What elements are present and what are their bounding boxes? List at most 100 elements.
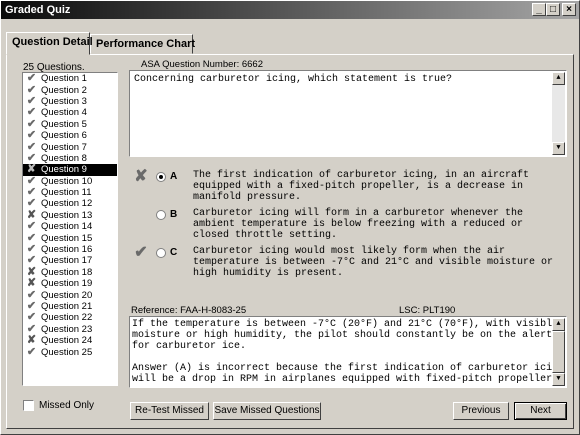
missed-only-checkbox[interactable]: Missed Only	[23, 400, 94, 411]
wrong-x-icon: ✘	[26, 163, 37, 176]
question-list-item[interactable]: ✔ Question 20	[23, 288, 117, 301]
question-label: Question 2	[41, 84, 87, 96]
question-label: Question 14	[41, 221, 93, 233]
reference-label: Reference: FAA-H-8083-25	[131, 305, 247, 316]
question-list-item[interactable]: ✔ Question 3	[23, 94, 117, 107]
correct-check-icon: ✔	[26, 254, 37, 267]
correct-check-icon: ✔	[26, 106, 37, 119]
question-list-item[interactable]: ✔ Question 6	[23, 129, 117, 142]
question-list-item[interactable]: ✔ Question 14	[23, 221, 117, 233]
question-list-item[interactable]: ✘ Question 18	[23, 265, 117, 278]
question-label: Question 24	[41, 335, 93, 347]
explanation-box[interactable]: If the temperature is between -7°C (20°F…	[129, 316, 567, 388]
question-list-item[interactable]: ✔ Question 16	[23, 243, 117, 256]
question-list-item[interactable]: ✔ Question 8	[23, 152, 117, 164]
question-text: Concerning carburetor icing, which state…	[134, 74, 453, 85]
wrong-x-icon: ✘	[26, 208, 37, 221]
minimize-button[interactable]: _	[532, 3, 546, 16]
question-label: Question 23	[41, 323, 93, 335]
question-list-item[interactable]: ✔ Question 22	[23, 311, 117, 324]
question-label: Question 20	[41, 289, 93, 301]
question-label: Question 10	[41, 175, 93, 187]
question-list-item[interactable]: ✘ Question 9	[23, 163, 117, 176]
question-label: Question 11	[41, 187, 92, 199]
question-label: Question 3	[41, 95, 87, 107]
scroll-down-button[interactable]: ▼	[552, 373, 565, 386]
missed-only-label: Missed Only	[39, 400, 95, 411]
question-list-item[interactable]: ✔ Question 17	[23, 254, 117, 267]
correct-check-icon: ✔	[26, 140, 37, 153]
correct-check-icon: ✔	[26, 197, 37, 210]
lsc-code: LSC: PLT190	[399, 305, 456, 316]
retest-missed-button[interactable]: Re-Test Missed	[130, 402, 209, 420]
answer-b-letter: B	[170, 209, 178, 220]
scroll-thumb[interactable]	[552, 331, 565, 373]
question-label: Question 16	[41, 244, 93, 256]
wrong-x-icon: ✘	[26, 265, 37, 278]
tab-question-detail[interactable]: Question Detail	[6, 32, 93, 55]
wrong-x-icon: ✘	[26, 277, 37, 290]
correct-check-icon: ✔	[26, 288, 37, 301]
correct-check-icon: ✔	[26, 129, 37, 142]
question-list-item[interactable]: ✔ Question 15	[23, 231, 117, 244]
correct-check-icon: ✔	[26, 322, 37, 335]
question-label: Question 25	[41, 346, 93, 358]
question-label: Question 4	[41, 107, 87, 119]
question-label: Question 9	[41, 164, 87, 176]
answer-c-letter: C	[170, 247, 178, 258]
question-list-item[interactable]: ✔ Question 2	[23, 83, 117, 96]
question-label: Question 6	[41, 130, 87, 142]
save-missed-questions-button[interactable]: Save Missed Questions	[213, 402, 321, 420]
question-scrollbar[interactable]: ▲ ▼	[552, 72, 565, 155]
question-list-item[interactable]: ✔ Question 1	[23, 73, 117, 84]
previous-button[interactable]: Previous	[453, 402, 509, 420]
scroll-up-button[interactable]: ▲	[552, 318, 565, 331]
correct-check-icon: ✔	[26, 83, 37, 96]
answer-b-radio[interactable]	[156, 210, 166, 220]
question-list-item[interactable]: ✘ Question 19	[23, 277, 117, 290]
question-list-item[interactable]: ✔ Question 11	[23, 186, 117, 199]
correct-check-icon: ✔	[26, 231, 37, 244]
correct-check-icon: ✔	[26, 311, 37, 324]
question-label: Question 8	[41, 152, 87, 164]
correct-check-icon: ✔	[26, 345, 37, 358]
answer-b-text: Carburetor icing will form in a carburet…	[193, 208, 524, 241]
close-button[interactable]: ×	[562, 3, 576, 16]
question-label: Question 5	[41, 118, 87, 130]
question-list-item[interactable]: ✔ Question 4	[23, 106, 117, 119]
question-list-item[interactable]: ✔ Question 5	[23, 118, 117, 130]
question-list-item[interactable]: ✔ Question 25	[23, 345, 117, 358]
question-list-item[interactable]: ✔ Question 12	[23, 197, 117, 210]
explanation-text: If the temperature is between -7°C (20°F…	[132, 319, 565, 385]
tab-performance-chart[interactable]: Performance Chart	[90, 34, 195, 54]
next-button[interactable]: Next	[514, 402, 567, 420]
scroll-down-button[interactable]: ▼	[552, 142, 565, 155]
question-list-item[interactable]: ✘ Question 13	[23, 208, 117, 221]
question-label: Question 21	[41, 301, 93, 312]
answer-a-radio[interactable]	[156, 172, 166, 182]
scroll-up-button[interactable]: ▲	[552, 72, 565, 85]
question-list-item[interactable]: ✔ Question 10	[23, 175, 117, 187]
wrong-x-icon: ✘	[134, 168, 148, 185]
question-label: Question 7	[41, 141, 87, 153]
question-text-box[interactable]: Concerning carburetor icing, which state…	[129, 70, 567, 157]
question-list-item[interactable]: ✔ Question 23	[23, 322, 117, 335]
asa-question-number: ASA Question Number: 6662	[141, 59, 263, 70]
missed-only-box[interactable]	[23, 400, 34, 411]
correct-check-icon: ✔	[26, 186, 37, 199]
question-list-item[interactable]: ✔ Question 7	[23, 140, 117, 153]
answer-a-letter: A	[170, 171, 178, 182]
question-list-item[interactable]: ✘ Question 24	[23, 335, 117, 347]
window-title: Graded Quiz	[5, 4, 71, 16]
answer-c-radio[interactable]	[156, 248, 166, 258]
question-list[interactable]: ✔ Question 1 ✔ Question 2 ✔ Question 3 ✔ Questi…	[22, 72, 118, 386]
question-list-item[interactable]: ✔ Question 21	[23, 301, 117, 313]
question-label: Question 1	[41, 73, 87, 85]
maximize-button[interactable]: □	[546, 3, 560, 16]
answer-a-text: The first indication of carburetor icing…	[193, 170, 530, 203]
question-label: Question 15	[41, 232, 93, 244]
explanation-scrollbar[interactable]: ▲ ▼	[552, 318, 565, 386]
correct-check-icon: ✔	[26, 94, 37, 107]
title-bar[interactable]: Graded Quiz _ □ ×	[1, 1, 579, 19]
correct-check-icon: ✔	[26, 243, 37, 256]
